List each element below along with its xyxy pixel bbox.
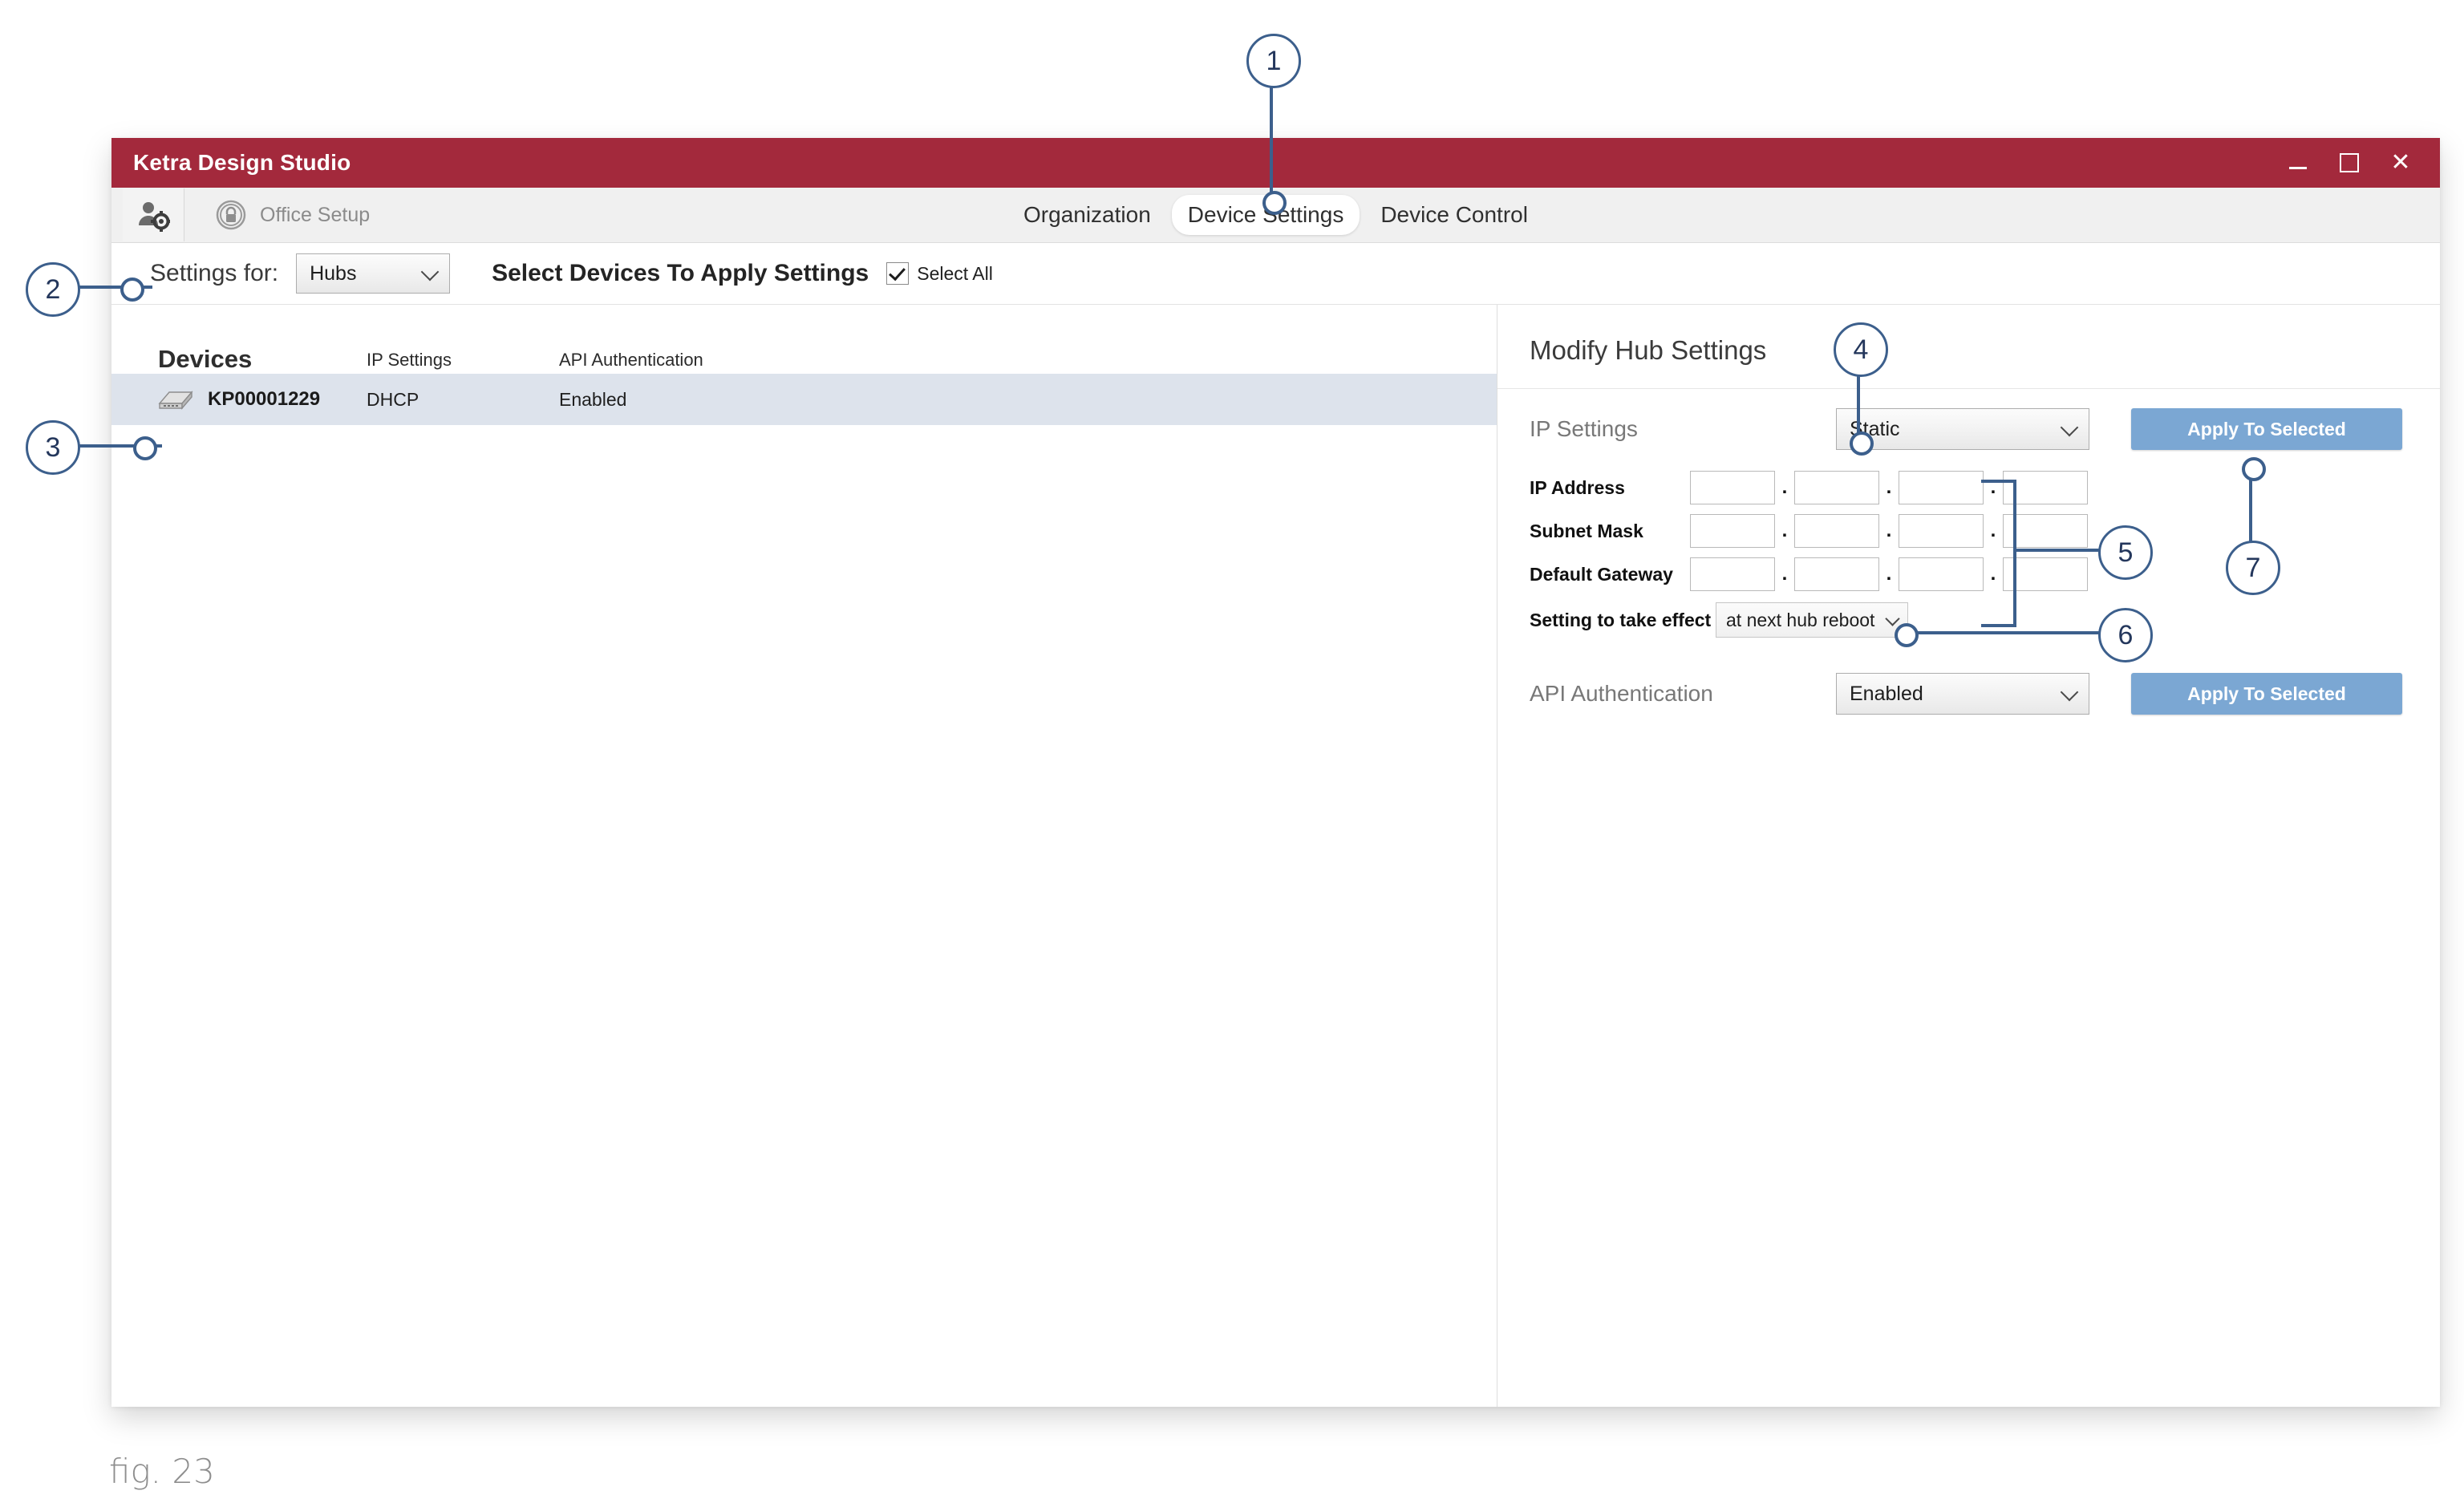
callout-4-anchor [1850, 431, 1874, 456]
callout-1-anchor [1262, 191, 1287, 215]
subnet-mask-row: Subnet Mask . . . [1497, 514, 2440, 548]
subnet-mask-octet-1[interactable] [1690, 514, 1775, 548]
octet-separator: . [1886, 520, 1892, 541]
ip-settings-label: IP Settings [1530, 416, 1638, 441]
subnet-mask-fields: . . . [1690, 514, 2088, 548]
hub-device-icon [158, 391, 193, 410]
close-icon: ✕ [2390, 149, 2411, 176]
page-title: Modify Hub Settings [1530, 335, 1767, 365]
callout-3-anchor [133, 436, 157, 460]
ip-address-label: IP Address [1530, 476, 1625, 498]
app-window: Ketra Design Studio ✕ Office Setup Organ… [111, 138, 2440, 1407]
close-button[interactable]: ✕ [2376, 138, 2426, 188]
callout-4: 4 [1834, 322, 1888, 377]
callout-5-leader [2013, 549, 2101, 552]
devices-pane: Devices IP Settings API Authentication K… [111, 305, 1497, 1407]
tab-organization[interactable]: Organization [1007, 195, 1167, 235]
callout-2: 2 [26, 262, 80, 317]
default-gateway-row: Default Gateway . . . [1497, 557, 2440, 591]
lock-circle-icon [216, 200, 246, 230]
ip-address-octet-2[interactable] [1794, 471, 1879, 504]
settings-for-dropdown[interactable]: Hubs [296, 253, 451, 294]
window-body: Devices IP Settings API Authentication K… [111, 305, 2440, 1407]
user-settings-icon [139, 202, 170, 232]
octet-separator: . [1886, 563, 1892, 585]
take-effect-label: Setting to take effect [1530, 609, 1712, 630]
table-row[interactable]: KP00001229 DHCP Enabled [111, 374, 1497, 425]
api-authentication-label: API Authentication [1530, 681, 1713, 706]
callout-7-anchor [2242, 457, 2266, 481]
default-gateway-octet-2[interactable] [1794, 557, 1879, 591]
title-bar: Ketra Design Studio ✕ [111, 138, 2440, 188]
take-effect-value: at next hub reboot [1726, 609, 1875, 630]
default-gateway-fields: . . . [1690, 557, 2088, 591]
user-settings-button[interactable] [123, 188, 184, 241]
settings-strip: Settings for: Hubs Select Devices To App… [111, 243, 2440, 305]
octet-separator: . [1781, 520, 1788, 541]
column-ip-settings: IP Settings [367, 350, 452, 370]
callout-7: 7 [2226, 541, 2280, 595]
default-gateway-label: Default Gateway [1530, 563, 1673, 585]
ip-address-octet-3[interactable] [1899, 471, 1984, 504]
subnet-mask-octet-2[interactable] [1794, 514, 1879, 548]
callout-1: 1 [1246, 34, 1301, 88]
chevron-down-icon [1885, 611, 1900, 626]
select-devices-heading: Select Devices To Apply Settings [492, 260, 869, 286]
api-authentication-row: API Authentication Enabled Apply To Sele… [1497, 673, 2440, 715]
select-all-label: Select All [917, 262, 993, 284]
select-all-group[interactable]: Select All [886, 262, 993, 285]
default-gateway-octet-3[interactable] [1899, 557, 1984, 591]
select-all-checkbox[interactable] [886, 262, 910, 285]
api-authentication-dropdown[interactable]: Enabled [1836, 673, 2089, 715]
minimize-button[interactable] [2273, 138, 2323, 188]
octet-separator: . [1781, 563, 1788, 585]
apply-ip-settings-button[interactable]: Apply To Selected [2131, 408, 2402, 450]
column-api-authentication: API Authentication [559, 350, 703, 370]
ip-address-fields: . . . [1690, 471, 2088, 504]
device-name: KP00001229 [208, 388, 321, 410]
chevron-down-icon [2060, 418, 2079, 437]
window-controls: ✕ [2273, 138, 2426, 188]
app-title: Ketra Design Studio [133, 150, 351, 175]
chevron-down-icon [2060, 683, 2079, 702]
ip-settings-row: IP Settings Static Apply To Selected [1497, 408, 2440, 450]
octet-separator: . [1886, 476, 1892, 498]
callout-6-leader [1907, 631, 2100, 634]
tab-device-control[interactable]: Device Control [1364, 195, 1544, 235]
default-gateway-octet-1[interactable] [1690, 557, 1775, 591]
office-setup-label: Office Setup [260, 203, 371, 226]
callout-6: 6 [2098, 608, 2153, 662]
divider [1497, 388, 2440, 389]
subnet-mask-label: Subnet Mask [1530, 520, 1643, 541]
office-setup-item[interactable]: Office Setup [215, 199, 370, 231]
octet-separator: . [1781, 476, 1788, 498]
maximize-button[interactable] [2324, 138, 2374, 188]
callout-2-anchor [120, 278, 144, 302]
callout-3: 3 [26, 420, 80, 475]
subnet-mask-octet-3[interactable] [1899, 514, 1984, 548]
device-name-cell: KP00001229 [158, 387, 367, 411]
maximize-icon [2340, 153, 2359, 172]
figure-caption: fig. 23 [109, 1452, 215, 1491]
devices-column-title: Devices [158, 345, 253, 373]
callout-6-anchor [1895, 623, 1919, 647]
ip-address-row: IP Address . . . [1497, 471, 2440, 504]
ip-settings-dropdown[interactable]: Static [1836, 408, 2089, 450]
chevron-down-icon [420, 262, 440, 282]
callout-1-leader [1270, 83, 1273, 204]
take-effect-dropdown[interactable]: at next hub reboot [1716, 602, 1908, 638]
callout-5: 5 [2098, 525, 2153, 580]
api-authentication-value: Enabled [1850, 682, 1923, 705]
device-ip-settings: DHCP [367, 388, 419, 410]
modify-hub-settings-pane: Modify Hub Settings IP Settings Static A… [1497, 305, 2440, 1407]
ip-address-octet-1[interactable] [1690, 471, 1775, 504]
settings-for-label: Settings for: [150, 260, 279, 286]
settings-for-value: Hubs [310, 261, 357, 285]
apply-api-authentication-button[interactable]: Apply To Selected [2131, 673, 2402, 715]
devices-table-header: Devices IP Settings API Authentication [111, 305, 1497, 374]
device-api-authentication: Enabled [559, 388, 627, 410]
callout-5-bracket [1981, 480, 2016, 627]
minimize-icon [2289, 166, 2307, 169]
